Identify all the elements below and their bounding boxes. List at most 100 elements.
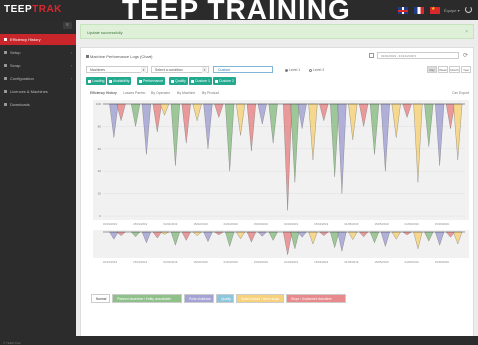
radio-level-1[interactable]: Level 1 bbox=[285, 68, 300, 72]
loss-dip[interactable] bbox=[391, 231, 401, 240]
tab-by-product[interactable]: By Product bbox=[202, 91, 219, 95]
loss-dip[interactable] bbox=[358, 231, 369, 238]
loss-dip[interactable] bbox=[141, 231, 152, 244]
loss-dip[interactable] bbox=[152, 231, 162, 239]
loss-dip[interactable] bbox=[297, 231, 307, 238]
custom-input[interactable]: Custom bbox=[213, 66, 273, 73]
loss-dip[interactable] bbox=[116, 231, 126, 236]
loss-dip[interactable] bbox=[402, 103, 412, 118]
chip-availability[interactable]: Availability bbox=[107, 77, 132, 85]
loss-dip[interactable] bbox=[297, 103, 307, 129]
loss-dip[interactable] bbox=[257, 231, 267, 237]
loss-dip[interactable] bbox=[369, 231, 380, 244]
sidebar-item-configuration[interactable]: Configuration › bbox=[0, 73, 76, 84]
refresh-icon[interactable]: ⟳ bbox=[463, 52, 468, 59]
app-logo[interactable]: TEEPTRAK bbox=[4, 4, 62, 15]
day-button[interactable]: Day bbox=[427, 66, 437, 73]
loss-dip[interactable] bbox=[413, 231, 423, 250]
chip-performance[interactable]: Performance bbox=[137, 77, 166, 85]
chip-custom-1[interactable]: Custom 1 bbox=[189, 77, 212, 85]
legend-item[interactable]: Quality bbox=[216, 294, 234, 303]
uk-flag-icon[interactable] bbox=[398, 7, 408, 14]
loss-dip[interactable] bbox=[413, 103, 423, 183]
power-icon[interactable] bbox=[465, 6, 472, 13]
loss-dip[interactable] bbox=[268, 103, 278, 144]
overview-chart[interactable] bbox=[93, 230, 469, 258]
loss-dip[interactable] bbox=[424, 103, 434, 147]
loss-dip[interactable] bbox=[337, 231, 347, 252]
loss-dip[interactable] bbox=[453, 231, 463, 245]
loss-dip[interactable] bbox=[402, 231, 412, 236]
loss-dip[interactable] bbox=[268, 231, 278, 241]
csv-export-link[interactable]: Csv Export bbox=[452, 91, 469, 95]
sidebar-item-downloads[interactable]: Downloads bbox=[0, 99, 76, 110]
loss-dip[interactable] bbox=[348, 231, 358, 240]
loss-dip[interactable] bbox=[109, 103, 119, 138]
loss-dip[interactable] bbox=[283, 103, 293, 211]
loss-dip[interactable] bbox=[181, 103, 191, 144]
close-icon[interactable]: × bbox=[465, 25, 468, 40]
machine-select[interactable]: Machines ▾ bbox=[86, 66, 148, 73]
loss-dip[interactable] bbox=[330, 231, 340, 249]
loss-dip[interactable] bbox=[203, 231, 213, 242]
loss-dip[interactable] bbox=[290, 103, 300, 183]
tab-by-operator[interactable]: By Operator bbox=[151, 91, 170, 95]
loss-dip[interactable] bbox=[330, 103, 340, 177]
legend-item[interactable]: Planned downtime / Entity unavailable bbox=[112, 294, 182, 303]
chip-custom-2[interactable]: Custom 2 bbox=[213, 77, 236, 85]
loss-dip[interactable] bbox=[319, 103, 329, 122]
loss-dip[interactable] bbox=[380, 103, 390, 172]
legend-item[interactable]: Ports shutdown bbox=[184, 294, 214, 303]
loss-dip[interactable] bbox=[214, 103, 224, 118]
loss-dip[interactable] bbox=[236, 103, 246, 136]
loss-dip[interactable] bbox=[225, 231, 235, 247]
loss-dip[interactable] bbox=[246, 231, 256, 243]
condition-select[interactable]: Select a condition ▾ bbox=[151, 66, 209, 73]
loss-dip[interactable] bbox=[152, 103, 162, 133]
tab-by-machine[interactable]: By Machine bbox=[177, 91, 195, 95]
loss-dip[interactable] bbox=[141, 103, 151, 155]
loss-dip[interactable] bbox=[160, 231, 169, 235]
loss-dip[interactable] bbox=[116, 103, 126, 122]
loss-dip[interactable] bbox=[159, 103, 170, 116]
loss-dip[interactable] bbox=[170, 231, 180, 246]
loss-dip[interactable] bbox=[225, 103, 235, 172]
chip-quality[interactable]: Quality bbox=[169, 77, 188, 85]
loss-dip[interactable] bbox=[246, 103, 256, 152]
loss-dip[interactable] bbox=[170, 103, 180, 166]
year-button[interactable]: Year bbox=[461, 66, 471, 73]
china-flag-icon[interactable] bbox=[430, 6, 440, 14]
loss-dip[interactable] bbox=[435, 231, 445, 246]
legend-item[interactable]: Speed losses / micro stops bbox=[236, 294, 284, 303]
loss-dip[interactable] bbox=[290, 231, 300, 250]
loss-dip[interactable] bbox=[213, 231, 224, 236]
loss-dip[interactable] bbox=[435, 103, 445, 166]
sidebar-item-efficiency-history[interactable]: Efficiency History bbox=[0, 34, 76, 45]
calendar-icon[interactable] bbox=[369, 53, 374, 58]
tab-efficiency-history[interactable]: Efficiency History bbox=[90, 91, 117, 95]
loss-dip[interactable] bbox=[235, 231, 246, 239]
date-range-picker[interactable]: 01/01/2019 - 31/12/2019 ▾ bbox=[377, 52, 459, 59]
loss-dip[interactable] bbox=[308, 231, 318, 245]
week-button[interactable]: Week bbox=[438, 66, 448, 73]
loss-dip[interactable] bbox=[348, 103, 358, 140]
legend-item[interactable]: Normal bbox=[91, 294, 110, 303]
loss-dip[interactable] bbox=[283, 231, 293, 255]
loss-dip[interactable] bbox=[308, 103, 318, 161]
user-menu[interactable]: Équipe ▾ bbox=[444, 8, 460, 13]
loss-dip[interactable] bbox=[192, 103, 202, 122]
sidebar-item-licences[interactable]: Licences & Machines bbox=[0, 86, 76, 97]
loss-dip[interactable] bbox=[424, 231, 434, 242]
loss-dip[interactable] bbox=[453, 103, 463, 161]
efficiency-chart[interactable]: 100 80 60 40 20 0 bbox=[93, 100, 469, 220]
loss-dip[interactable] bbox=[131, 103, 141, 127]
sidebar-item-scrap[interactable]: Scrap › bbox=[0, 60, 76, 71]
menu-collapse-icon[interactable]: ≡ bbox=[63, 22, 72, 29]
loss-dip[interactable] bbox=[181, 231, 191, 241]
loss-dip[interactable] bbox=[192, 231, 202, 236]
legend-item[interactable]: Stops / Unplanned downtime bbox=[286, 294, 346, 303]
loss-dip[interactable] bbox=[380, 231, 390, 247]
sidebar-item-setup[interactable]: Setup › bbox=[0, 47, 76, 58]
tab-losses-pareto[interactable]: Losses Pareto bbox=[123, 91, 145, 95]
loss-dip[interactable] bbox=[109, 231, 119, 240]
